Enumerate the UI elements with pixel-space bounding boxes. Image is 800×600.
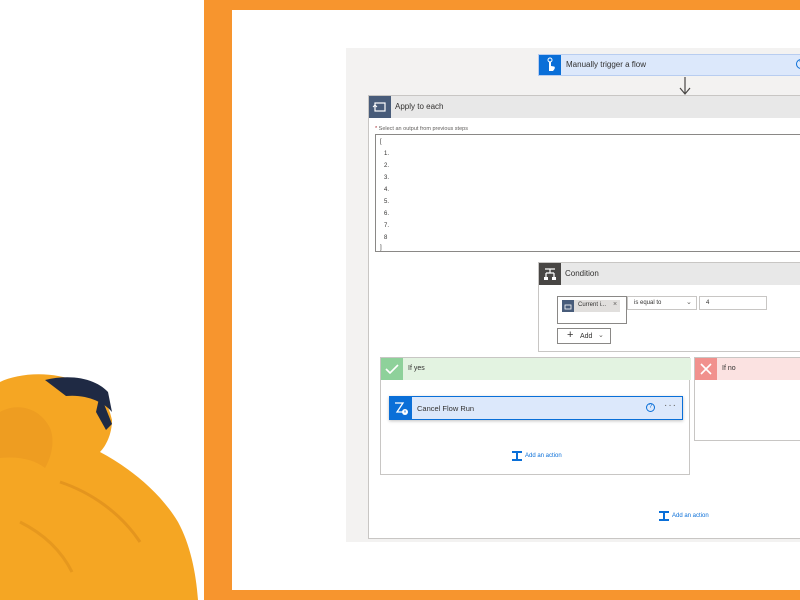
if-yes-branch: If yes Cancel Flow Run ? ··· Add an acti… — [380, 357, 691, 475]
select-output-input[interactable]: [ 1. 2. 3. 4. 5. 6. 7. 8 ] — [375, 134, 800, 252]
code-line: 4. — [384, 187, 390, 193]
screenshot: Manually trigger a flow ? Apply to each … — [0, 0, 800, 600]
flow-cancel-icon — [390, 397, 412, 419]
token-label: Current i... — [578, 302, 607, 308]
trigger-card[interactable]: Manually trigger a flow ? — [538, 54, 800, 76]
add-action-label: Add an action — [525, 453, 562, 459]
if-no-title: If no — [722, 365, 736, 372]
more-options-icon[interactable]: ··· — [664, 400, 677, 411]
loop-icon — [369, 96, 391, 118]
apply-to-each-header[interactable]: Apply to each — [369, 96, 800, 118]
code-line: 2. — [384, 163, 390, 169]
add-action-icon — [659, 511, 669, 521]
if-yes-header[interactable]: If yes — [381, 358, 691, 380]
token-remove-icon[interactable]: × — [613, 301, 617, 308]
cancel-flow-run-title: Cancel Flow Run — [417, 404, 475, 413]
add-action-label: Add an action — [672, 513, 709, 519]
condition-title: Condition — [565, 269, 599, 278]
presenter-person — [0, 374, 198, 600]
condition-card: Condition Current i... × is equal to ⌄ 4… — [538, 262, 800, 352]
close-icon — [695, 358, 717, 380]
add-row-button[interactable]: + Add ⌄ — [557, 328, 611, 344]
operator-value: is equal to — [634, 300, 662, 306]
if-yes-title: If yes — [408, 365, 425, 372]
code-line: 3. — [384, 175, 390, 181]
condition-left-operand[interactable]: Current i... × — [557, 296, 627, 324]
plus-icon: + — [567, 329, 574, 341]
code-line: 7. — [384, 223, 390, 229]
code-line: 5. — [384, 199, 390, 205]
help-icon[interactable]: ? — [646, 403, 655, 412]
if-no-branch: If no — [694, 357, 800, 441]
condition-value-input[interactable]: 4 — [699, 296, 767, 310]
if-no-header[interactable]: If no — [695, 358, 800, 380]
add-label: Add — [580, 333, 593, 340]
add-action-icon — [512, 451, 522, 461]
dynamic-content-token[interactable]: Current i... × — [562, 300, 620, 312]
cancel-flow-run-card[interactable]: Cancel Flow Run ? ··· — [389, 396, 683, 420]
code-line: ] — [380, 245, 382, 251]
hand-touch-icon — [539, 55, 561, 75]
operator-select[interactable]: is equal to ⌄ — [627, 296, 697, 310]
loop-icon — [562, 300, 574, 312]
condition-icon — [539, 263, 561, 285]
checkmark-icon — [381, 358, 403, 380]
code-line: 6. — [384, 211, 390, 217]
trigger-title: Manually trigger a flow — [566, 60, 647, 69]
condition-header[interactable]: Condition — [539, 263, 800, 285]
apply-to-each-title: Apply to each — [395, 102, 444, 111]
code-line: [ — [380, 139, 382, 145]
code-line: 1. — [384, 151, 390, 157]
chevron-down-icon: ⌄ — [686, 299, 692, 306]
chevron-down-icon: ⌄ — [598, 332, 604, 339]
condition-value: 4 — [706, 300, 710, 306]
code-line: 8 — [384, 235, 388, 241]
select-output-label: * Select an output from previous steps — [375, 126, 468, 132]
connector-arrow-icon — [679, 77, 691, 95]
help-icon[interactable]: ? — [796, 59, 800, 69]
